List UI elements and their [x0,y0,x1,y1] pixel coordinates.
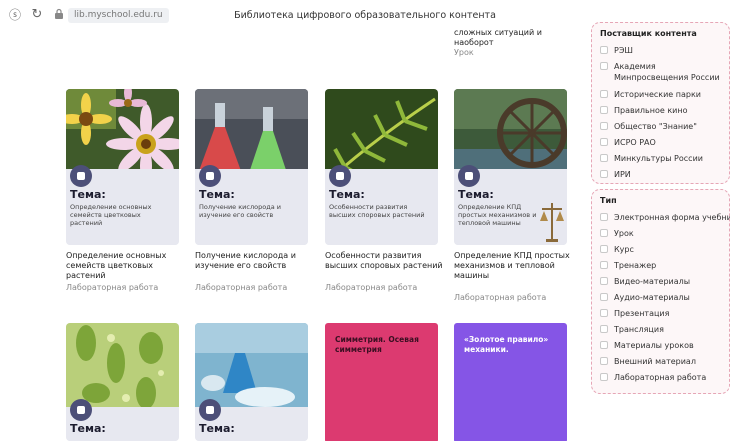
checkbox[interactable] [600,293,608,301]
card-tema-label: Тема: [199,422,235,435]
checkbox[interactable] [600,245,608,253]
checkbox[interactable] [600,325,608,333]
card-panel-desc: Особенности развития высших споровых рас… [329,203,425,219]
card-type: Лабораторная работа [325,283,418,292]
filter-heading: Поставщик контента [600,29,697,38]
card-thumbnail[interactable]: Тема: [195,323,308,441]
card-tema-label: Тема: [458,188,494,201]
checkbox[interactable] [600,138,608,146]
type-filter: Тип Электронная форма учебника Урок Курс… [591,189,730,394]
content-card[interactable]: «Золотое правило» механики. [454,323,567,441]
card-panel-desc: Определение КПД простых механизмов и теп… [458,203,537,227]
card-thumbnail[interactable]: Тема: Особенности развития высших споров… [325,89,438,245]
checkbox[interactable] [600,106,608,114]
checkbox[interactable] [600,122,608,130]
checkbox[interactable] [600,357,608,365]
content-card[interactable]: Симметрия. Осевая симметрия [325,323,438,441]
filter-heading: Тип [600,196,617,205]
checkbox[interactable] [600,277,608,285]
card-thumbnail[interactable]: Тема: Получение кислорода и изучение его… [195,89,308,245]
card-title[interactable]: Определение КПД простых механизмов и теп… [454,251,572,281]
checkbox[interactable] [600,62,608,70]
card-tema-label: Тема: [329,188,365,201]
card-title[interactable]: Особенности развития высших споровых рас… [325,251,443,271]
checkbox[interactable] [600,341,608,349]
content-type-badge-icon [70,399,92,421]
checkbox[interactable] [600,309,608,317]
card-title[interactable]: «Золотое правило» механики. [464,335,559,355]
card-tema-label: Тема: [70,422,106,435]
provider-filter: Поставщик контента РЭШ Академия Минпросв… [591,22,730,184]
card-type: Лабораторная работа [454,293,547,302]
card-tema-label: Тема: [70,188,106,201]
checkbox[interactable] [600,229,608,237]
content-type: Урок [454,48,474,57]
card-type: Лабораторная работа [66,283,159,292]
content-type-badge-icon [199,399,221,421]
partial-content-item[interactable]: сложных ситуаций и наоборот Урок [454,28,564,58]
checkbox[interactable] [600,170,608,178]
card-panel-desc: Получение кислорода и изучение его свойс… [199,203,281,219]
card-type: Лабораторная работа [195,283,288,292]
content-type-badge-icon [199,165,221,187]
card-panel-desc: Определение основных семейств цветковых … [70,203,152,227]
checkbox[interactable] [600,90,608,98]
content-type-badge-icon [329,165,351,187]
checkbox[interactable] [600,261,608,269]
checkbox[interactable] [600,373,608,381]
checkbox[interactable] [600,213,608,221]
content-title: сложных ситуаций и наоборот [454,28,542,47]
content-type-badge-icon [70,165,92,187]
checkbox[interactable] [600,154,608,162]
page-title: Библиотека цифрового образовательного ко… [234,10,496,21]
card-thumbnail[interactable]: Тема: Определение КПД простых механизмов… [454,89,567,245]
card-thumbnail[interactable]: Тема: [66,323,179,441]
card-title[interactable]: Определение основных семейств цветковых … [66,251,184,281]
card-title[interactable]: Получение кислорода и изучение его свойс… [195,251,313,271]
card-tema-label: Тема: [199,188,235,201]
checkbox[interactable] [600,46,608,54]
scales-icon [540,203,564,242]
card-title[interactable]: Симметрия. Осевая симметрия [335,335,430,355]
content-type-badge-icon [458,165,480,187]
card-thumbnail[interactable]: Тема: Определение основных семейств цвет… [66,89,179,245]
